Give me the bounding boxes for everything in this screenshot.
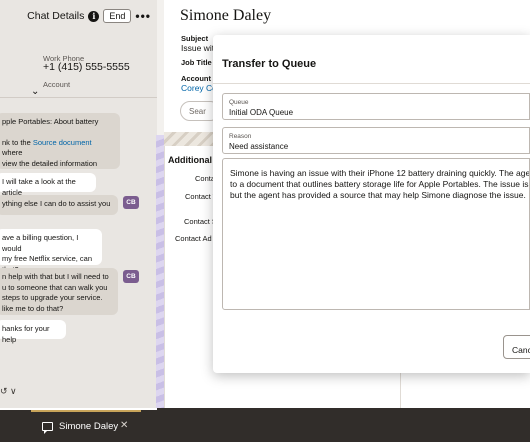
chat-header: Chat Details i End ••• [0, 0, 157, 32]
notes-line: to a document that outlines battery stor… [230, 179, 530, 189]
account-label: Account [43, 80, 71, 89]
account-field-label: Account [181, 74, 211, 83]
more-options-icon[interactable]: ••• [135, 9, 151, 23]
chat-bubble-icon [42, 422, 53, 434]
message-text: like me to do that? [2, 303, 64, 313]
message-text: my free Netflix service, can [2, 254, 93, 263]
account-link[interactable]: Corey Co [181, 83, 217, 93]
job-title-label: Job Title [181, 58, 212, 67]
queue-value: Initial ODA Queue [229, 108, 294, 117]
dialog-title: Transfer to Queue [222, 58, 317, 70]
notes-textarea[interactable]: Simone is having an issue with their iPh… [222, 158, 530, 310]
decorative-strip [156, 135, 164, 408]
dialog-divider [213, 83, 530, 84]
queue-field[interactable]: Queue Initial ODA Queue [222, 93, 530, 120]
chat-panel: Chat Details i End ••• Work Phone +1 (41… [0, 0, 157, 408]
record-title: Simone Daley [180, 7, 272, 24]
message-text: steps to upgrade your service. [2, 293, 103, 302]
message-text: hanks for your help [2, 324, 50, 344]
subject-label: Subject [181, 34, 209, 43]
reason-value: Need assistance [229, 142, 289, 151]
subject-value: Issue wit [181, 43, 215, 53]
info-icon[interactable]: i [88, 10, 100, 22]
end-chat-button[interactable]: End [103, 9, 132, 23]
chat-message: hanks for your help [0, 320, 66, 344]
contact-field-label: Conta [195, 174, 216, 183]
contact-field-label: Contact Ad [175, 234, 212, 243]
chat-message: ything else I can do to assist you [0, 195, 118, 215]
message-text: view the detailed information [2, 158, 98, 168]
notes-line: but the agent has provided a source that… [230, 190, 526, 200]
source-document-link[interactable]: Source document [33, 138, 92, 147]
chat-message: I will take a look at the article [0, 173, 96, 197]
chat-message: pple Portables: About battery nk to the … [0, 113, 120, 169]
chat-message: ave a billing question, I would my free … [0, 229, 102, 274]
work-phone-value: +1 (415) 555-5555 [43, 61, 130, 73]
chevron-down-icon[interactable]: ⌄ [31, 86, 39, 97]
notes-line: Simone is having an issue with their iPh… [230, 168, 530, 178]
message-text: ave a billing question, I would [2, 233, 79, 253]
chat-input-controls[interactable]: ↺ ∨ [0, 386, 17, 397]
message-text: nk to the Source document where [2, 137, 92, 158]
reason-field[interactable]: Reason Need assistance [222, 127, 530, 154]
contact-field-label: Contact S [184, 217, 217, 226]
additional-info-panel [164, 146, 219, 408]
chat-message: n help with that but I will need to u to… [0, 268, 118, 315]
header-divider [0, 97, 157, 98]
agent-initials-avatar: CB [123, 196, 139, 209]
agent-initials-avatar: CB [123, 270, 139, 283]
message-text: ything else I can do to assist you [2, 199, 111, 208]
message-text: u to someone that can walk you [2, 282, 108, 292]
message-text: n help with that but I will need to [2, 272, 109, 281]
close-icon[interactable]: ✕ [120, 420, 128, 431]
transfer-to-queue-dialog: Transfer to Queue Queue Initial ODA Queu… [213, 35, 530, 373]
queue-label: Queue [229, 99, 249, 106]
message-text: pple Portables: About battery [2, 117, 99, 126]
chat-details-title: Chat Details [27, 10, 85, 22]
reason-label: Reason [229, 133, 252, 140]
bottom-tab-label[interactable]: Simone Daley [59, 421, 118, 432]
